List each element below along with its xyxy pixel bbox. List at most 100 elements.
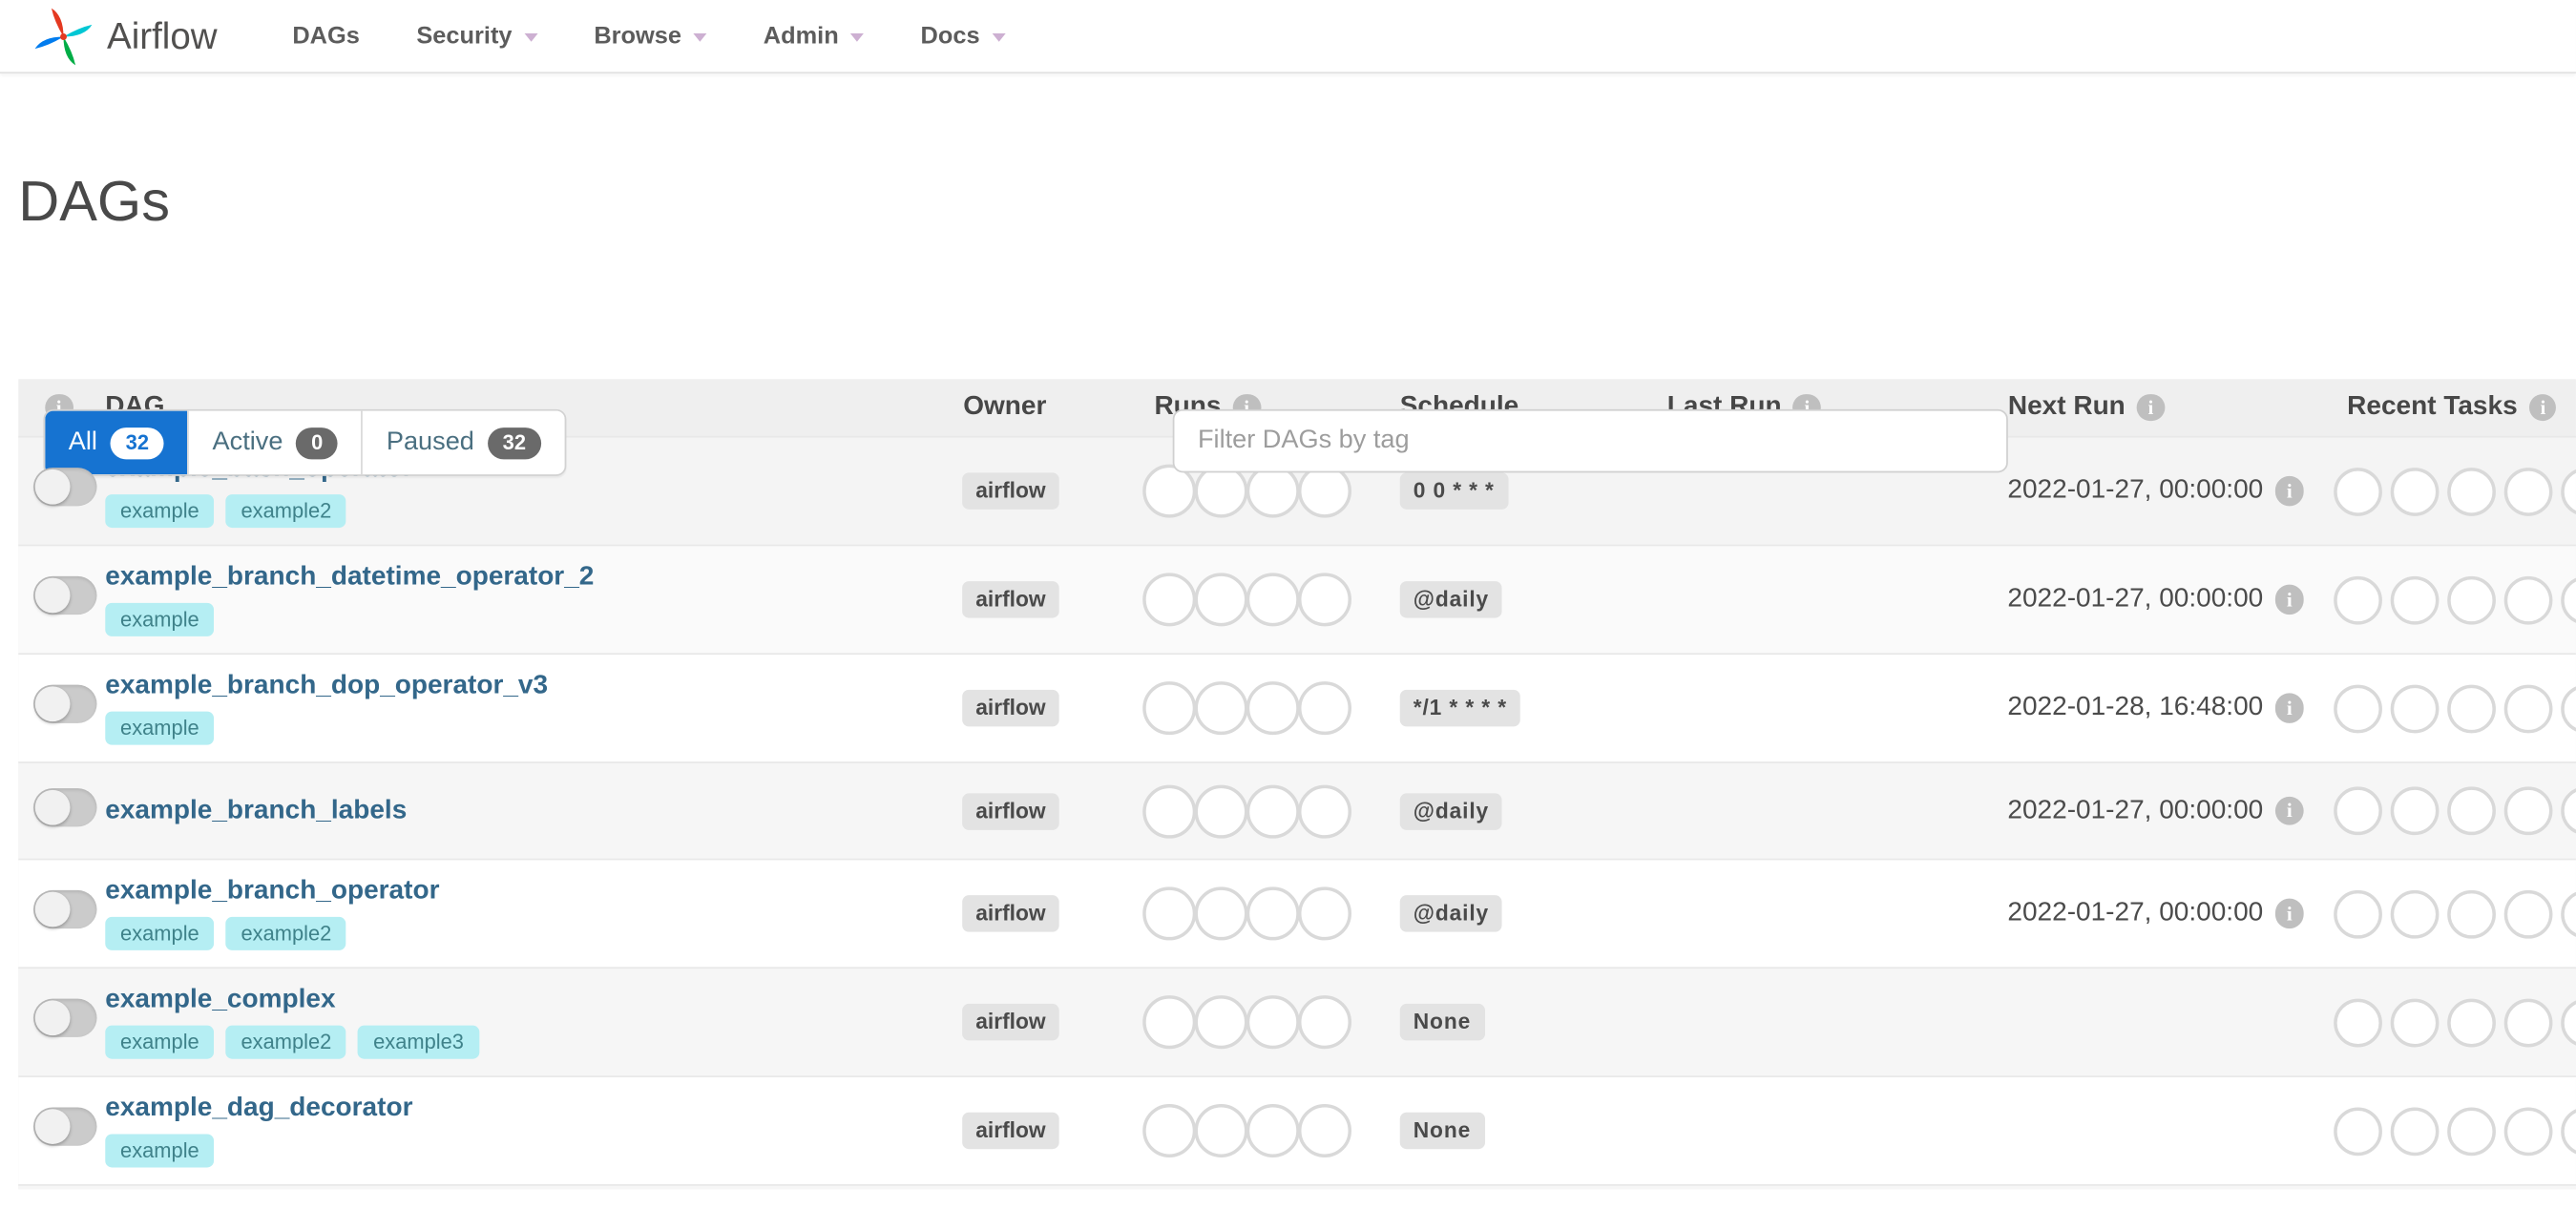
dag-tag-badge[interactable]: example2: [225, 916, 347, 950]
dag-pause-toggle[interactable]: [33, 998, 97, 1037]
dag-link[interactable]: example_branch_dop_operator_v3: [105, 672, 548, 702]
tab-active[interactable]: Active 0: [187, 410, 362, 475]
nav-item-security[interactable]: Security: [388, 0, 566, 72]
schedule-cell: */1 * * * *: [1399, 689, 1667, 727]
dag-pause-toggle[interactable]: [33, 575, 97, 615]
recent-task-circle: [2561, 1106, 2576, 1156]
info-icon: i: [2274, 796, 2305, 826]
dag-link[interactable]: example_complex: [105, 986, 335, 1016]
schedule-badge: @daily: [1399, 895, 1503, 932]
col-header-label: Owner: [963, 392, 1047, 422]
home-link[interactable]: Airflow: [33, 6, 218, 66]
dag-pause-toggle[interactable]: [33, 1107, 97, 1146]
nav-item-browse[interactable]: Browse: [566, 0, 735, 72]
tab-label: Paused: [386, 427, 474, 456]
nav-item-admin[interactable]: Admin: [735, 0, 892, 72]
col-header-owner: Owner: [911, 392, 1111, 423]
dags-table-body: example_bash_operatorexampleexample2airf…: [18, 435, 2576, 1184]
runs-cell: [1111, 573, 1400, 627]
run-status-circle: [1246, 783, 1300, 838]
nav-item-label: Admin: [763, 22, 839, 50]
recent-task-circle: [2503, 997, 2553, 1047]
run-status-circle: [1142, 1103, 1197, 1157]
dag-pause-toggle[interactable]: [33, 684, 97, 723]
dag-tag-badge[interactable]: example: [105, 602, 215, 636]
recent-task-circle: [2334, 574, 2382, 624]
tab-paused[interactable]: Paused 32: [361, 410, 565, 475]
next-run-cell: 2022-01-27, 00:00:00 i: [2001, 796, 2311, 826]
dag-link[interactable]: example_dag_decorator: [105, 1094, 412, 1124]
nav-item-label: DAGs: [292, 22, 360, 50]
page-title: DAGs: [18, 170, 170, 235]
dag-row: example_complexexample example2 example3 ai…: [18, 967, 2576, 1076]
owner-badge: airflow: [962, 1112, 1059, 1150]
run-status-circle: [1194, 573, 1248, 627]
dag-link[interactable]: example_branch_labels: [105, 796, 407, 826]
tab-all[interactable]: All 32: [45, 410, 188, 475]
dag-tag-badge[interactable]: example: [105, 711, 215, 745]
filter-dags-by-tag-input[interactable]: [1172, 408, 2008, 473]
run-status-circle: [1246, 995, 1300, 1050]
dag-tags: example example2 example3: [105, 1025, 479, 1059]
recent-task-circle: [2503, 889, 2553, 938]
next-run-cell: 2022-01-27, 00:00:00 i: [2001, 899, 2311, 929]
run-status-circle: [1297, 886, 1351, 941]
run-status-circle: [1194, 886, 1248, 941]
recent-task-circle: [2561, 467, 2576, 515]
run-status-circle: [1246, 573, 1300, 627]
next-run-date: 2022-01-27, 00:00:00: [2007, 898, 2264, 928]
info-icon: i: [2528, 393, 2557, 422]
tab-label: Active: [212, 427, 283, 456]
recent-task-circle: [2447, 786, 2496, 836]
chevron-down-icon: [523, 33, 537, 42]
dags-panel: All32Active0Paused32 iDAGOwnerRunsiSched…: [18, 379, 2576, 1190]
info-icon: i: [2274, 585, 2305, 615]
pause-toggle-cell: [18, 998, 105, 1046]
recent-tasks-cell: [2311, 786, 2576, 836]
dag-pause-toggle[interactable]: [33, 787, 97, 826]
recent-task-circle: [2503, 467, 2553, 515]
tab-count-badge: 0: [296, 427, 339, 459]
dag-name-cell: example_branch_operatorexample example2: [105, 877, 911, 950]
schedule-badge: @daily: [1399, 581, 1503, 618]
recent-task-circle: [2334, 683, 2382, 733]
recent-tasks-cell: [2311, 574, 2576, 624]
tab-count-badge: 32: [110, 427, 164, 459]
runs-cell: [1111, 681, 1400, 736]
dag-tag-badge[interactable]: example3: [358, 1025, 479, 1059]
dag-tag-badge[interactable]: example2: [225, 494, 347, 529]
dag-name-cell: example_branch_labels: [105, 796, 911, 826]
owner-cell: airflow: [911, 472, 1111, 510]
owner-badge: airflow: [962, 1003, 1059, 1041]
run-status-circle: [1246, 681, 1300, 736]
dag-name-cell: example_complexexample example2 example3: [105, 986, 911, 1059]
nav-item-docs[interactable]: Docs: [892, 0, 1034, 72]
dag-tag-badge[interactable]: example: [105, 1025, 215, 1059]
dag-pause-toggle[interactable]: [33, 468, 97, 507]
recent-task-circle: [2447, 1106, 2496, 1156]
toggle-knob: [34, 789, 71, 824]
nav-item-dags[interactable]: DAGs: [264, 0, 388, 72]
brand-name: Airflow: [107, 13, 218, 56]
recent-task-circle: [2334, 467, 2382, 515]
recent-task-circle: [2503, 683, 2553, 733]
chevron-down-icon: [991, 33, 1005, 42]
recent-task-circle: [2334, 1106, 2382, 1156]
dag-tags: example: [105, 1134, 215, 1168]
dag-tag-badge[interactable]: example2: [225, 1025, 347, 1059]
dag-pause-toggle[interactable]: [33, 889, 97, 929]
airflow-logo-icon: [34, 7, 93, 65]
dag-tag-badge[interactable]: example: [105, 1134, 215, 1168]
toggle-knob: [34, 469, 71, 505]
recent-task-circle: [2503, 1106, 2553, 1156]
dag-tag-badge[interactable]: example: [105, 494, 215, 529]
dag-tag-badge[interactable]: example: [105, 916, 215, 950]
dag-link[interactable]: example_branch_datetime_operator_2: [105, 563, 594, 594]
dag-tags: example: [105, 602, 215, 636]
recent-task-circle: [2447, 889, 2496, 938]
schedule-cell: None: [1399, 1003, 1667, 1041]
recent-task-circle: [2334, 997, 2382, 1047]
dag-link[interactable]: example_branch_operator: [105, 877, 439, 907]
pause-toggle-cell: [18, 787, 105, 834]
nav-item-label: Browse: [594, 22, 682, 50]
